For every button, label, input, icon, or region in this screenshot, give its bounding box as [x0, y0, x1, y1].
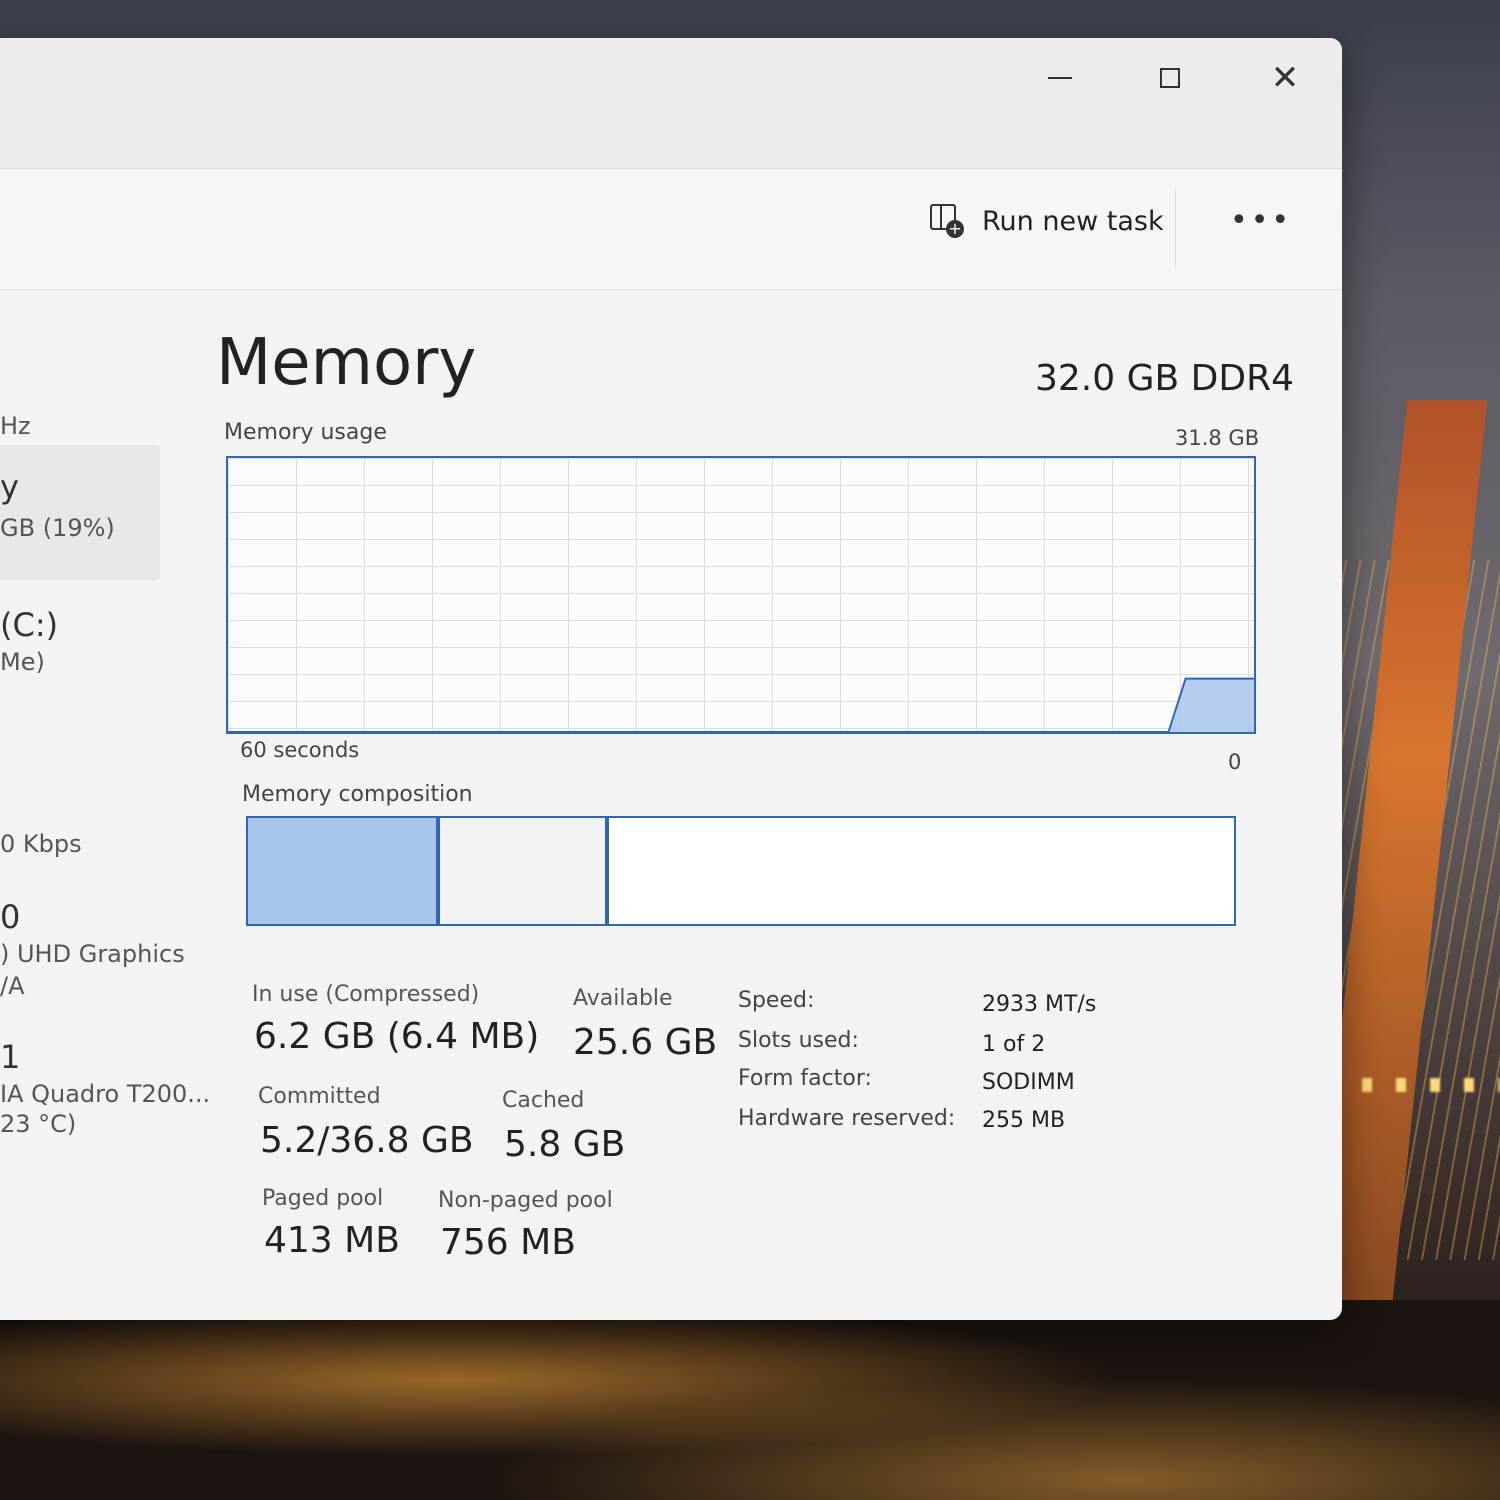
maximize-icon: [1160, 68, 1180, 88]
task-manager-window: ✕ + Run new task ••• Hz y GB (19%) (C:) …: [0, 38, 1342, 1320]
sidebar-memory-title: y: [0, 468, 19, 506]
wallpaper-bridge-lights-bottom: [0, 1300, 1500, 1500]
slots-used-label: Slots used:: [738, 1028, 859, 1053]
close-button[interactable]: ✕: [1255, 58, 1315, 98]
toolbar: + Run new task •••: [0, 169, 1342, 290]
non-paged-pool-value: 756 MB: [440, 1222, 576, 1263]
sidebar-gpu0-name: ) UHD Graphics: [0, 940, 185, 968]
sidebar-gpu1-temp: 23 °C): [0, 1110, 77, 1138]
more-options-button[interactable]: •••: [1230, 203, 1292, 238]
page-title: Memory: [216, 326, 477, 400]
hardware-reserved-label: Hardware reserved:: [738, 1106, 956, 1131]
graph-axis-right-label: 0: [1228, 750, 1242, 774]
available-value: 25.6 GB: [573, 1022, 718, 1063]
run-new-task-label: Run new task: [982, 205, 1164, 237]
memory-usage-label: Memory usage: [224, 420, 387, 445]
usage-area-fill: [228, 678, 1254, 732]
memory-usage-max: 31.8 GB: [1175, 426, 1260, 450]
sidebar-gpu1-name: IA Quadro T200...: [0, 1080, 211, 1108]
memory-composition-label: Memory composition: [242, 782, 473, 807]
sidebar-disk-type: Me): [0, 648, 45, 676]
run-new-task-button[interactable]: + Run new task: [930, 204, 1164, 238]
speed-value: 2933 MT/s: [982, 992, 1097, 1017]
memory-usage-chart: [228, 677, 1254, 732]
non-paged-pool-label: Non-paged pool: [438, 1188, 613, 1213]
slots-used-value: 1 of 2: [982, 1032, 1046, 1057]
in-use-label: In use (Compressed): [252, 982, 480, 1007]
memory-composition-bar: [246, 816, 1236, 926]
graph-axis-left-label: 60 seconds: [240, 738, 360, 762]
toolbar-divider: [1175, 189, 1176, 269]
sidebar-cpu-speed[interactable]: Hz: [0, 412, 31, 440]
memory-total: 32.0 GB DDR4: [1035, 358, 1294, 399]
form-factor-label: Form factor:: [738, 1066, 872, 1091]
close-icon: ✕: [1270, 58, 1300, 98]
paged-pool-value: 413 MB: [264, 1220, 400, 1261]
sidebar-gpu1-title[interactable]: 1: [0, 1038, 20, 1076]
run-task-icon: +: [930, 204, 964, 238]
speed-label: Speed:: [738, 988, 815, 1013]
sidebar-network-speed[interactable]: 0 Kbps: [0, 830, 82, 858]
paged-pool-label: Paged pool: [262, 1186, 384, 1211]
composition-modified-segment[interactable]: [439, 818, 607, 924]
in-use-value: 6.2 GB (6.4 MB): [254, 1016, 540, 1057]
composition-free-segment[interactable]: [608, 818, 1234, 924]
usage-line: [228, 677, 1254, 732]
memory-usage-graph: [226, 456, 1256, 734]
sidebar-memory-usage: GB (19%): [0, 514, 115, 542]
performance-sidebar: Hz y GB (19%) (C:) Me) 0 Kbps 0 ) UHD Gr…: [0, 290, 210, 1320]
maximize-button[interactable]: [1140, 58, 1200, 98]
sidebar-disk-title[interactable]: (C:): [0, 606, 58, 644]
cached-value: 5.8 GB: [504, 1124, 626, 1165]
committed-label: Committed: [258, 1084, 381, 1109]
sidebar-item-memory[interactable]: [0, 445, 160, 580]
composition-in-use-segment[interactable]: [248, 818, 440, 924]
available-label: Available: [573, 986, 673, 1011]
cached-label: Cached: [502, 1088, 585, 1113]
hardware-reserved-value: 255 MB: [982, 1108, 1066, 1133]
form-factor-value: SODIMM: [982, 1070, 1075, 1095]
minimize-button[interactable]: [1030, 58, 1090, 98]
sidebar-gpu0-usage: /A: [0, 972, 25, 1000]
minimize-icon: [1048, 77, 1072, 79]
title-bar: ✕: [0, 38, 1342, 169]
committed-value: 5.2/36.8 GB: [260, 1120, 474, 1161]
sidebar-gpu0-title[interactable]: 0: [0, 898, 20, 936]
